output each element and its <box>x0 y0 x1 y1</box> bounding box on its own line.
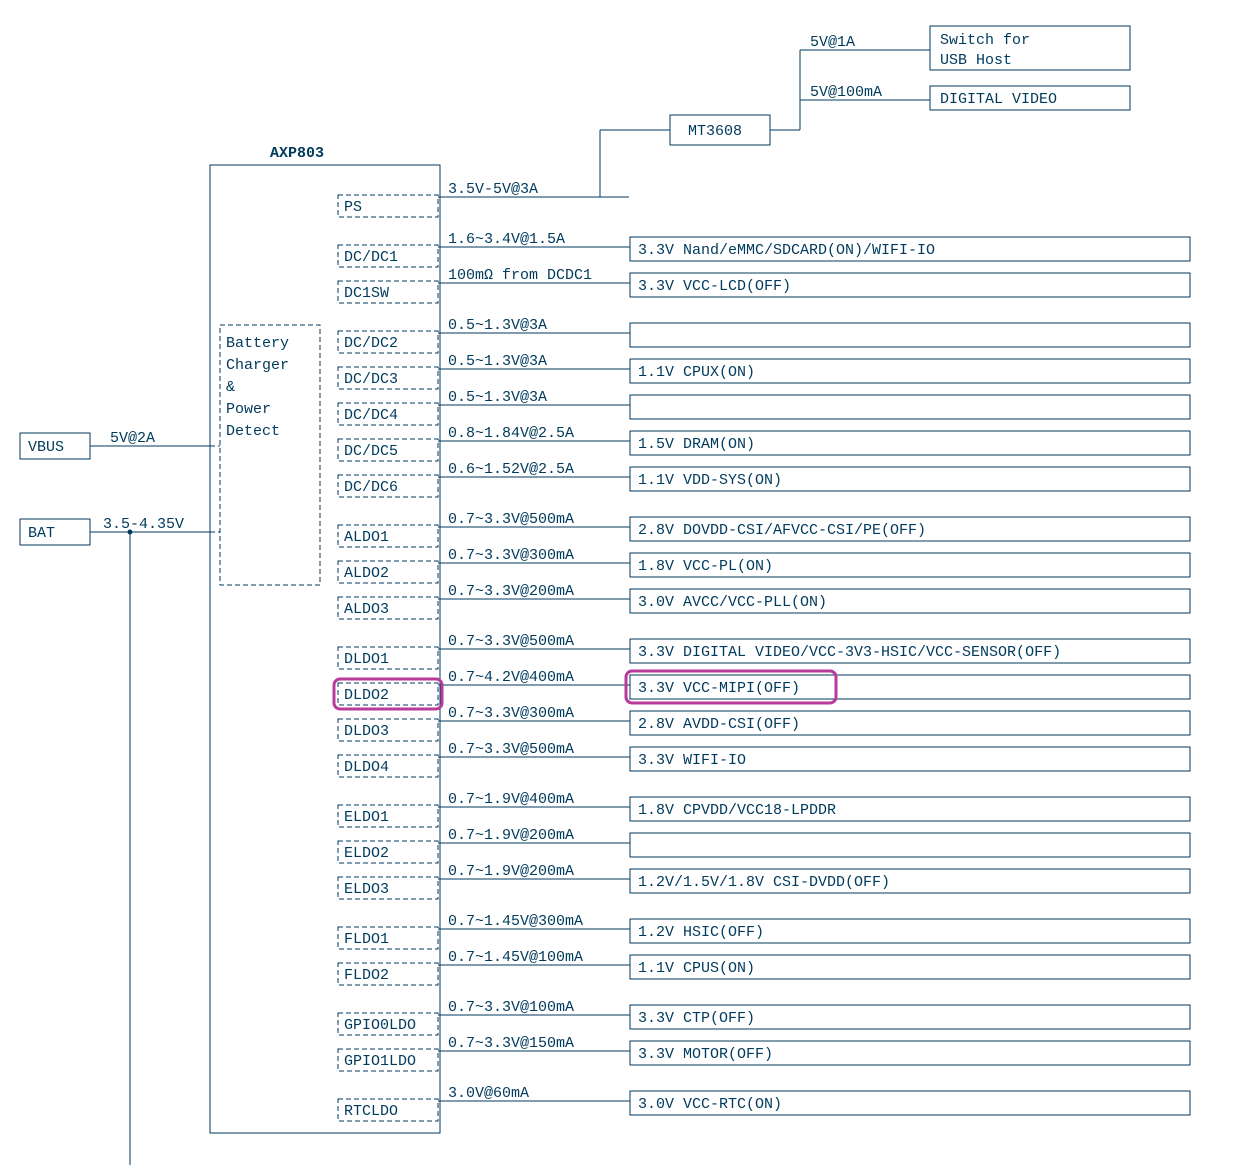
rail-spec: 0.7~3.3V@500mA <box>448 511 574 528</box>
battery-charger-label: & <box>226 379 235 396</box>
sink-label: 2.8V AVDD-CSI(OFF) <box>638 716 800 733</box>
rail-label: GPIO0LDO <box>344 1017 416 1034</box>
rail-spec: 0.7~1.9V@400mA <box>448 791 574 808</box>
sink-box <box>630 395 1190 419</box>
rail-spec: 0.7~3.3V@500mA <box>448 633 574 650</box>
sink-label: 3.3V Nand/eMMC/SDCARD(ON)/WIFI-IO <box>638 242 935 259</box>
rail-label: DC/DC5 <box>344 443 398 460</box>
svg-text:Switch for: Switch for <box>940 32 1030 49</box>
sink-box <box>630 833 1190 857</box>
rail-label: FLDO2 <box>344 967 389 984</box>
rail-label: DC/DC1 <box>344 249 398 266</box>
rail-spec: 3.0V@60mA <box>448 1085 529 1102</box>
sink-label: 3.3V VCC-LCD(OFF) <box>638 278 791 295</box>
rail-spec: 0.7~1.9V@200mA <box>448 863 574 880</box>
rail-spec: 0.6~1.52V@2.5A <box>448 461 574 478</box>
rail-spec: 0.7~4.2V@400mA <box>448 669 574 686</box>
rail-label: ALDO3 <box>344 601 389 618</box>
sink-label: 1.1V CPUX(ON) <box>638 364 755 381</box>
mt3608-out2-spec: 5V@100mA <box>810 84 882 101</box>
rail-spec: 0.7~3.3V@200mA <box>448 583 574 600</box>
vbus-spec: 5V@2A <box>110 430 155 447</box>
rail-spec: 0.5~1.3V@3A <box>448 353 547 370</box>
rail-label: DC1SW <box>344 285 389 302</box>
battery-charger-label: Detect <box>226 423 280 440</box>
sink-label: 3.3V MOTOR(OFF) <box>638 1046 773 1063</box>
rail-label: RTCLDO <box>344 1103 398 1120</box>
sink-label: 1.8V VCC-PL(ON) <box>638 558 773 575</box>
battery-charger-label: Battery <box>226 335 289 352</box>
mt3608-label: MT3608 <box>688 123 742 140</box>
sink-label: 3.0V VCC-RTC(ON) <box>638 1096 782 1113</box>
sink-label: 1.2V/1.5V/1.8V CSI-DVDD(OFF) <box>638 874 890 891</box>
rail-label: DLDO3 <box>344 723 389 740</box>
rail-label: DC/DC2 <box>344 335 398 352</box>
rail-spec: 0.7~3.3V@300mA <box>448 547 574 564</box>
rail-label: DLDO4 <box>344 759 389 776</box>
rail-spec: 3.5V-5V@3A <box>448 181 538 198</box>
vbus-label: VBUS <box>28 439 64 456</box>
axp803-title: AXP803 <box>270 145 324 162</box>
rail-label: DC/DC3 <box>344 371 398 388</box>
sink-label: 1.8V CPVDD/VCC18-LPDDR <box>638 802 836 819</box>
svg-text:USB Host: USB Host <box>940 52 1012 69</box>
bat-spec: 3.5-4.35V <box>103 516 184 533</box>
rail-label: ALDO1 <box>344 529 389 546</box>
rail-label: DLDO2 <box>344 687 389 704</box>
power-tree-diagram: AXP803 Battery Charger & Power Detect VBUS 5V@2… <box>10 10 1224 1165</box>
rail-label: ALDO2 <box>344 565 389 582</box>
sink-label: 1.1V VDD-SYS(ON) <box>638 472 782 489</box>
rail-spec: 0.5~1.3V@3A <box>448 389 547 406</box>
sink-label: 3.3V VCC-MIPI(OFF) <box>638 680 800 697</box>
rail-spec: 100mΩ from DCDC1 <box>448 267 592 284</box>
sink-label: 3.3V WIFI-IO <box>638 752 746 769</box>
sink-label: 1.5V DRAM(ON) <box>638 436 755 453</box>
battery-charger-label: Charger <box>226 357 289 374</box>
rail-spec: 0.7~3.3V@100mA <box>448 999 574 1016</box>
rail-spec: 0.7~1.45V@300mA <box>448 913 583 930</box>
axp803-block <box>210 165 440 1133</box>
sink-box <box>630 323 1190 347</box>
sink-label: 3.3V CTP(OFF) <box>638 1010 755 1027</box>
rail-spec: 0.7~1.45V@100mA <box>448 949 583 966</box>
rail-label: FLDO1 <box>344 931 389 948</box>
sink-label: 3.0V AVCC/VCC-PLL(ON) <box>638 594 827 611</box>
sink-label: 3.3V DIGITAL VIDEO/VCC-3V3-HSIC/VCC-SENS… <box>638 644 1061 661</box>
rail-label: ELDO1 <box>344 809 389 826</box>
mt3608-out1-spec: 5V@1A <box>810 34 855 51</box>
battery-charger-label: Power <box>226 401 271 418</box>
rail-label: DC/DC4 <box>344 407 398 424</box>
rail-label: DC/DC6 <box>344 479 398 496</box>
svg-text:DIGITAL VIDEO: DIGITAL VIDEO <box>940 91 1057 108</box>
sink-label: 1.2V HSIC(OFF) <box>638 924 764 941</box>
rail-spec: 0.8~1.84V@2.5A <box>448 425 574 442</box>
rail-spec: 0.7~1.9V@200mA <box>448 827 574 844</box>
rail-spec: 0.5~1.3V@3A <box>448 317 547 334</box>
sink-label: 1.1V CPUS(ON) <box>638 960 755 977</box>
rail-label: ELDO2 <box>344 845 389 862</box>
rail-spec: 0.7~3.3V@150mA <box>448 1035 574 1052</box>
rail-spec: 1.6~3.4V@1.5A <box>448 231 565 248</box>
rail-label: DLDO1 <box>344 651 389 668</box>
bat-label: BAT <box>28 525 55 542</box>
rail-label: PS <box>344 199 362 216</box>
rail-label: ELDO3 <box>344 881 389 898</box>
rail-label: GPIO1LDO <box>344 1053 416 1070</box>
rail-spec: 0.7~3.3V@500mA <box>448 741 574 758</box>
sink-label: 2.8V DOVDD-CSI/AFVCC-CSI/PE(OFF) <box>638 522 926 539</box>
rail-spec: 0.7~3.3V@300mA <box>448 705 574 722</box>
